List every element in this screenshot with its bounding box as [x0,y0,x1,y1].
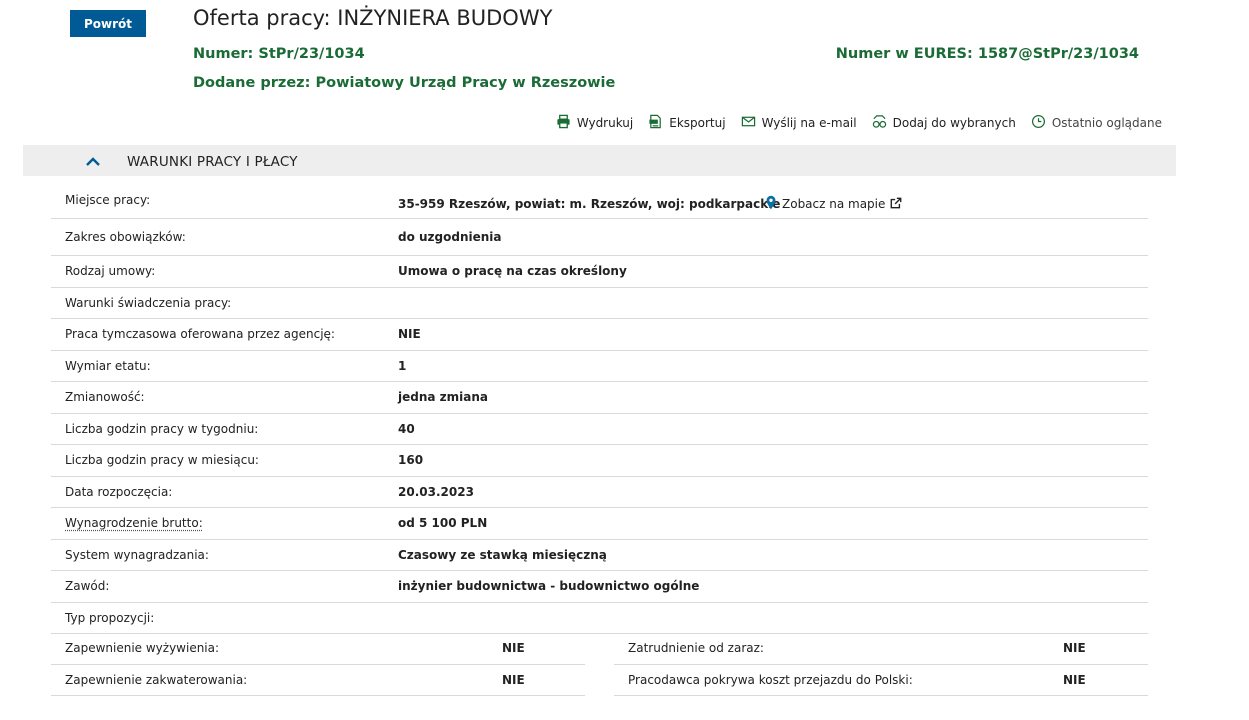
added-by-label: Dodane przez: [193,75,311,91]
table-row: Praca tymczasowa oferowana przez agencję… [51,319,1148,351]
action-bar: Wydrukuj Eksportuj Wyślij na e-mail Doda… [556,114,1162,132]
pdf-export-icon [648,114,663,132]
offer-number-value: StPr/23/1034 [258,46,365,62]
row-value: Czasowy ze stawką miesięczną [398,547,607,562]
print-button[interactable]: Wydrukuj [556,114,633,132]
split-cell: Zapewnienie wyżywienia: NIE [51,633,585,665]
row-value: jedna zmiana [398,390,488,405]
map-pin-icon [765,195,777,213]
row-value: NIE [1063,672,1086,687]
table-row: Typ propozycji: [51,603,1148,634]
salary-label-tooltip[interactable]: Wynagrodzenie brutto: [65,516,203,530]
eures-number-value: 1587@StPr/23/1034 [977,46,1139,62]
row-value: NIE [1063,641,1086,656]
eures-number-label: Numer w EURES: [835,46,973,62]
row-label: Zapewnienie zakwaterowania: [65,672,248,687]
added-by-value: Powiatowy Urząd Pracy w Rzeszowie [315,75,616,91]
map-link-label: Zobacz na mapie [782,197,886,211]
table-row: Zmianowość: jedna zmiana [51,382,1148,414]
section-title: WARUNKI PRACY I PŁACY [127,154,298,170]
row-label: Pracodawca pokrywa koszt przejazdu do Po… [628,672,913,687]
email-label: Wyślij na e-mail [761,116,857,130]
row-label: Zapewnienie wyżywienia: [65,641,220,656]
row-label: Data rozpoczęcia: [65,484,173,499]
row-value: Umowa o pracę na czas określony [398,264,627,279]
row-value: inżynier budownictwa - budownictwo ogóln… [398,579,700,594]
row-value: NIE [398,327,421,342]
table-row: Zakres obowiązków: do uzgodnienia [51,219,1148,256]
row-label: Rodzaj umowy: [65,264,156,279]
row-value: NIE [502,672,525,687]
eures-number: Numer w EURES: 1587@StPr/23/1034 [836,46,1139,62]
back-button[interactable]: Powrót [70,10,146,37]
table-row: Warunki świadczenia pracy: [51,288,1148,319]
row-label: Liczba godzin pracy w miesiącu: [65,453,259,468]
recently-viewed-label: Ostatnio oglądane [1051,116,1162,130]
envelope-icon [741,114,756,132]
clock-icon [1031,114,1046,132]
row-label: System wynagradzania: [65,547,209,562]
table-row: Liczba godzin pracy w miesiącu: 160 [51,445,1148,477]
add-to-favorites-button[interactable]: Dodaj do wybranych [872,114,1016,132]
row-label: Miejsce pracy: [65,193,151,207]
row-label: Zakres obowiązków: [65,230,186,244]
row-label: Praca tymczasowa oferowana przez agencję… [65,327,335,342]
row-label: Typ propozycji: [65,610,155,625]
page-title: Oferta pracy: INŻYNIERA BUDOWY [193,6,553,30]
row-value: 160 [398,453,424,468]
table-row: Liczba godzin pracy w tygodniu: 40 [51,414,1148,445]
table-row: Wymiar etatu: 1 [51,351,1148,382]
split-cell: Zapewnienie zakwaterowania: NIE [51,665,585,696]
offer-number: Numer: StPr/23/1034 [193,46,365,62]
row-value: od 5 100 PLN [398,516,488,531]
row-label: Liczba godzin pracy w tygodniu: [65,421,259,436]
split-details: Zapewnienie wyżywienia: NIE Zatrudnienie… [51,633,1148,696]
row-label: Wymiar etatu: [65,358,151,373]
table-row: Rodzaj umowy: Umowa o pracę na czas okre… [51,256,1148,288]
recently-viewed-button[interactable]: Ostatnio oglądane [1031,114,1162,132]
row-value: NIE [502,641,525,656]
row-value: 20.03.2023 [398,484,474,499]
split-row: Zapewnienie wyżywienia: NIE Zatrudnienie… [51,633,1148,665]
split-cell: Pracodawca pokrywa koszt przejazdu do Po… [614,665,1148,696]
export-label: Eksportuj [669,116,726,130]
section-header[interactable]: WARUNKI PRACY I PŁACY [23,145,1176,176]
chevron-up-icon[interactable] [85,153,101,167]
external-link-icon [890,197,902,212]
bookmark-icon [872,114,887,132]
row-value: 35-959 Rzeszów, powiat: m. Rzeszów, woj:… [398,197,781,211]
row-value: do uzgodnienia [398,230,502,244]
export-button[interactable]: Eksportuj [648,114,726,132]
favorites-label: Dodaj do wybranych [892,116,1016,130]
printer-icon [556,114,571,132]
row-label: Zatrudnienie od zaraz: [628,641,764,656]
row-value: 1 [398,358,407,373]
table-row: System wynagradzania: Czasowy ze stawką … [51,540,1148,571]
email-button[interactable]: Wyślij na e-mail [741,114,857,132]
added-by: Dodane przez: Powiatowy Urząd Pracy w Rz… [193,75,615,91]
row-label: Warunki świadczenia pracy: [65,295,232,310]
row-label: Zmianowość: [65,390,145,405]
details-table: Miejsce pracy: 35-959 Rzeszów, powiat: m… [51,182,1148,634]
split-row: Zapewnienie zakwaterowania: NIE Pracodaw… [51,665,1148,696]
table-row: Data rozpoczęcia: 20.03.2023 [51,477,1148,508]
row-value: 40 [398,421,415,436]
print-label: Wydrukuj [576,116,634,130]
offer-number-label: Numer: [193,46,254,62]
table-row: Zawód: inżynier budownictwa - budownictw… [51,571,1148,603]
table-row: Wynagrodzenie brutto: od 5 100 PLN [51,508,1148,540]
map-link[interactable]: Zobacz na mapie [765,195,902,213]
split-cell: Zatrudnienie od zaraz: NIE [614,633,1148,665]
table-row: Miejsce pracy: 35-959 Rzeszów, powiat: m… [51,182,1148,219]
row-label: Zawód: [65,579,110,594]
